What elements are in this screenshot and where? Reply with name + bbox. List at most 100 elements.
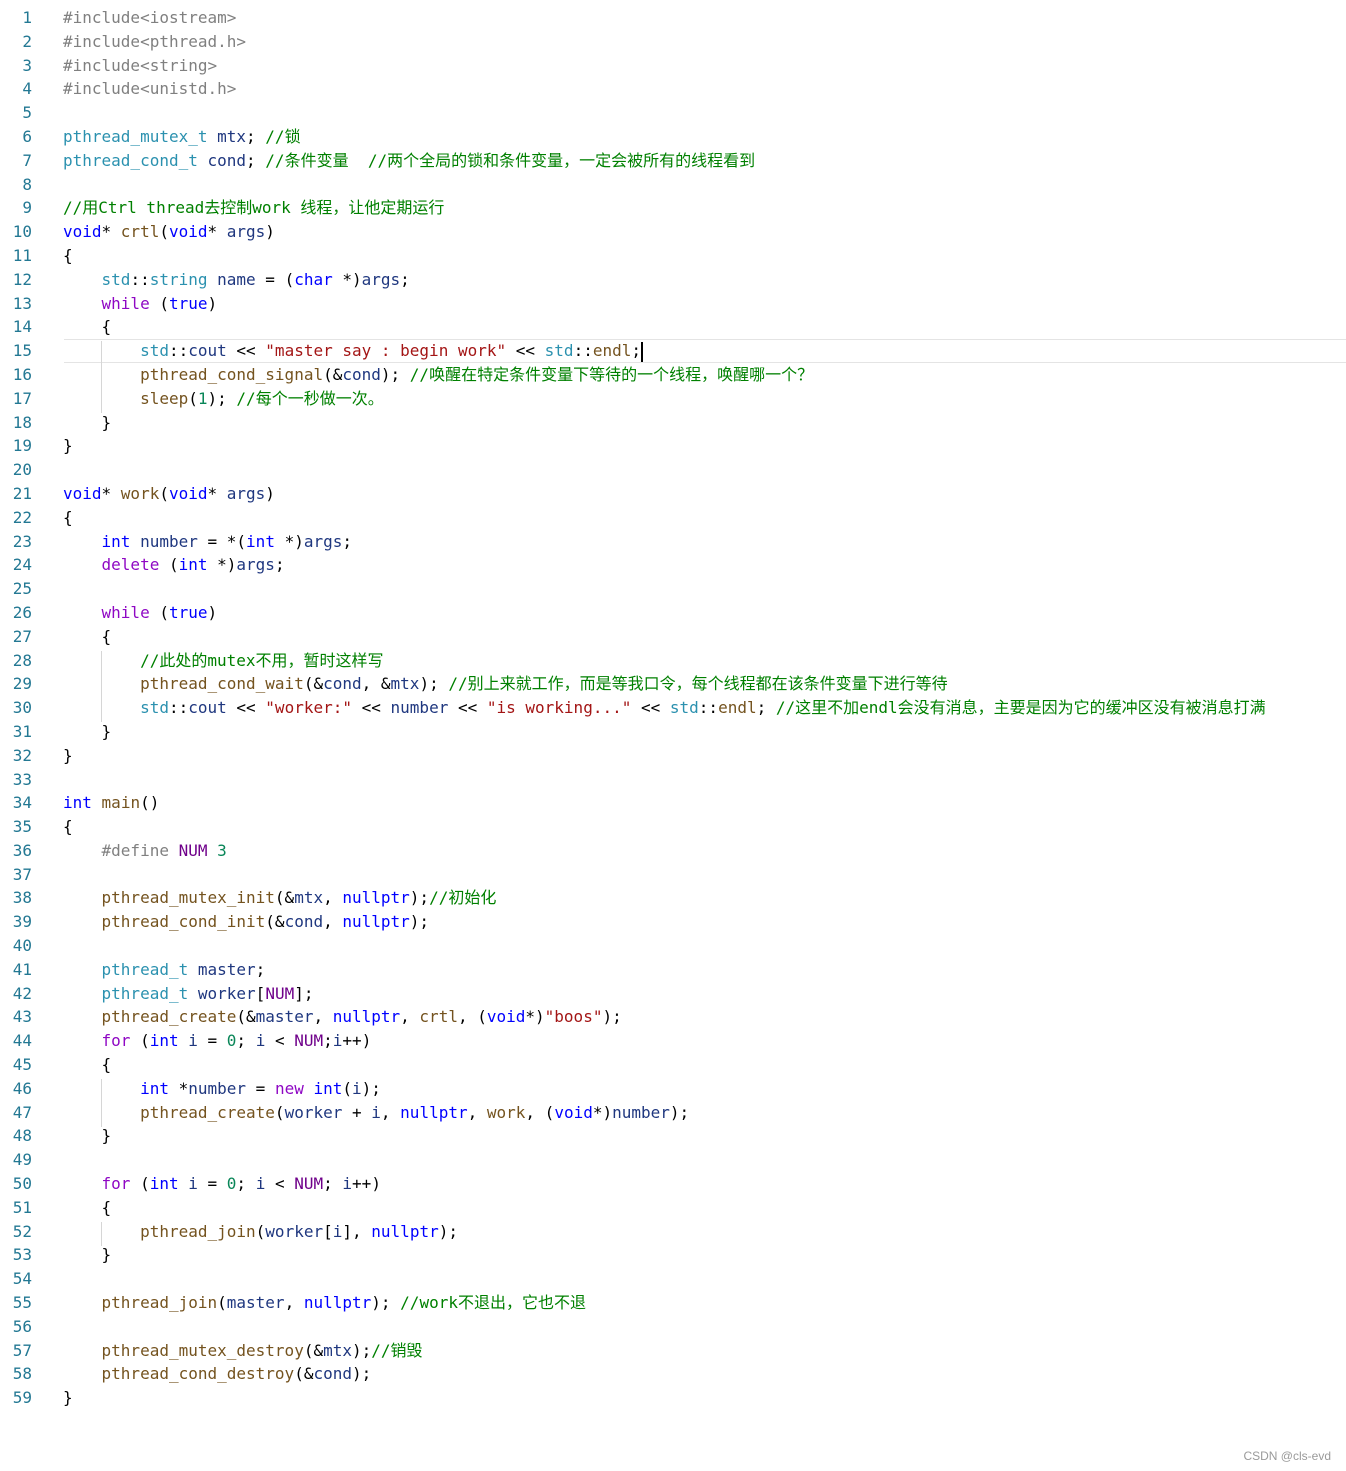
code-line[interactable]: 7 pthread_cond_t cond; //条件变量 //两个全局的锁和条件…: [0, 149, 1346, 173]
code-token: "is working...": [486, 698, 632, 718]
code-line[interactable]: 57 pthread_mutex_destroy(&mtx);//销毁: [0, 1339, 1346, 1363]
line-number: 33: [12, 769, 32, 789]
code-token: ::: [130, 269, 150, 289]
code-text: {: [63, 1196, 112, 1220]
code-token: true: [168, 293, 208, 313]
code-line[interactable]: 32}: [0, 744, 1346, 768]
code-line[interactable]: 49: [0, 1148, 1346, 1172]
code-token: +: [342, 1102, 372, 1122]
code-text: pthread_join(worker[i], nullptr);: [63, 1220, 458, 1244]
code-line[interactable]: 24 delete (int *)args;: [0, 553, 1346, 577]
code-line[interactable]: 56: [0, 1315, 1346, 1339]
code-line[interactable]: 35 {: [0, 815, 1346, 839]
code-line[interactable]: 59}: [0, 1386, 1346, 1410]
code-line[interactable]: 46 int *number = new int(i);: [0, 1077, 1346, 1101]
code-line[interactable]: 5: [0, 101, 1346, 125]
code-text: //用Ctrl thread去控制work 线程，让他定期运行: [63, 196, 444, 220]
code-line[interactable]: 29 pthread_cond_wait(&cond, &mtx); //别上来…: [0, 672, 1346, 696]
code-line[interactable]: 13 while (true): [0, 292, 1346, 316]
code-line[interactable]: 48 }: [0, 1124, 1346, 1148]
code-line[interactable]: 30 std::cout << "worker:" << number << "…: [0, 696, 1346, 720]
code-token: worker: [188, 983, 256, 1003]
code-token: void: [554, 1102, 593, 1122]
code-line[interactable]: 36 #define NUM 3: [0, 839, 1346, 863]
code-line[interactable]: 16 pthread_cond_signal(&cond); //唤醒在特定条件…: [0, 363, 1346, 387]
code-line[interactable]: 58 pthread_cond_destroy(&cond);: [0, 1362, 1346, 1386]
code-line[interactable]: 47 pthread_create(worker + i, nullptr, w…: [0, 1101, 1346, 1125]
code-line[interactable]: 33: [0, 768, 1346, 792]
code-line[interactable]: 38 pthread_mutex_init(&mtx, nullptr);//初…: [0, 886, 1346, 910]
code-line[interactable]: 41 pthread_t master;: [0, 958, 1346, 982]
code-token: cond: [313, 1364, 352, 1384]
code-line[interactable]: 55 pthread_join(master, nullptr); //work…: [0, 1291, 1346, 1315]
code-line[interactable]: 8: [0, 173, 1346, 197]
code-token: void: [486, 1007, 526, 1027]
code-line[interactable]: 4 #include<unistd.h>: [0, 77, 1346, 101]
code-line[interactable]: 12 std::string name = (char *)args;: [0, 268, 1346, 292]
code-token: *): [525, 1007, 545, 1027]
code-line[interactable]: 11 {: [0, 244, 1346, 268]
code-line[interactable]: 27 {: [0, 625, 1346, 649]
code-line[interactable]: 25: [0, 577, 1346, 601]
code-line[interactable]: 37: [0, 863, 1346, 887]
code-line[interactable]: 40: [0, 934, 1346, 958]
code-token: ,: [400, 1007, 420, 1027]
code-token: std: [544, 341, 574, 361]
code-token: );: [380, 364, 410, 384]
code-line[interactable]: 9 //用Ctrl thread去控制work 线程，让他定期运行: [0, 196, 1346, 220]
code-line[interactable]: 50 for (int i = 0; i < NUM; i++): [0, 1172, 1346, 1196]
code-text: pthread_mutex_t mtx; //锁: [63, 125, 301, 149]
code-line[interactable]: 17 sleep(1); //每个一秒做一次。: [0, 387, 1346, 411]
line-number: 4: [22, 79, 32, 99]
code-line[interactable]: 14 {: [0, 315, 1346, 339]
code-token: 1: [197, 388, 208, 408]
code-line[interactable]: 10 void* crtl(void* args): [0, 220, 1346, 244]
code-token: true: [168, 602, 208, 622]
code-editor[interactable]: 1 #include<iostream> 2 #include<pthread.h> 3…: [0, 6, 1346, 1410]
code-line[interactable]: 3 #include<string>: [0, 54, 1346, 78]
code-line[interactable]: 23 int number = *(int *)args;: [0, 530, 1346, 554]
code-line[interactable]: 15 std::cout << "master say : begin work…: [0, 339, 1346, 363]
code-token: endl: [592, 341, 632, 361]
code-token: 0: [226, 1031, 237, 1051]
code-token: mtx: [207, 126, 247, 146]
code-text: {: [63, 1053, 112, 1077]
code-line[interactable]: 19}: [0, 434, 1346, 458]
code-token: #include<pthread.h>: [63, 31, 247, 51]
code-line[interactable]: 31 }: [0, 720, 1346, 744]
code-token: "master say : begin work": [265, 341, 507, 361]
code-line[interactable]: 20: [0, 458, 1346, 482]
code-token: (: [159, 555, 179, 575]
line-number: 38: [12, 888, 32, 908]
code-line[interactable]: 52 pthread_join(worker[i], nullptr);: [0, 1220, 1346, 1244]
code-token: <<: [226, 698, 266, 718]
code-token: char: [294, 269, 333, 289]
code-line[interactable]: 28 //此处的mutex不用，暂时这样写: [0, 649, 1346, 673]
code-token: (: [274, 1102, 285, 1122]
code-line[interactable]: 21 void* work(void* args): [0, 482, 1346, 506]
code-line[interactable]: 2 #include<pthread.h>: [0, 30, 1346, 54]
code-line[interactable]: 39 pthread_cond_init(&cond, nullptr);: [0, 910, 1346, 934]
code-line[interactable]: 26 while (true): [0, 601, 1346, 625]
code-line[interactable]: 42 pthread_t worker[NUM];: [0, 982, 1346, 1006]
code-token: args: [226, 222, 266, 242]
code-token: <<: [506, 341, 545, 361]
code-line[interactable]: 18 }: [0, 411, 1346, 435]
code-line[interactable]: 54: [0, 1267, 1346, 1291]
code-token: ,: [313, 1007, 333, 1027]
code-token: i: [332, 1031, 343, 1051]
code-line[interactable]: 43 pthread_create(&master, nullptr, crtl…: [0, 1005, 1346, 1029]
code-line[interactable]: 34 int main(): [0, 791, 1346, 815]
code-line[interactable]: 44 for (int i = 0; i < NUM;i++): [0, 1029, 1346, 1053]
code-line[interactable]: 53 }: [0, 1243, 1346, 1267]
code-line[interactable]: 45 {: [0, 1053, 1346, 1077]
code-token: args: [361, 269, 401, 289]
code-line[interactable]: 1 #include<iostream>: [0, 6, 1346, 30]
code-token: std: [140, 698, 169, 718]
code-token: ;: [236, 1031, 256, 1051]
code-line[interactable]: 22 {: [0, 506, 1346, 530]
code-token: {: [63, 1055, 112, 1075]
code-line[interactable]: 6 pthread_mutex_t mtx; //锁: [0, 125, 1346, 149]
code-line[interactable]: 51 {: [0, 1196, 1346, 1220]
